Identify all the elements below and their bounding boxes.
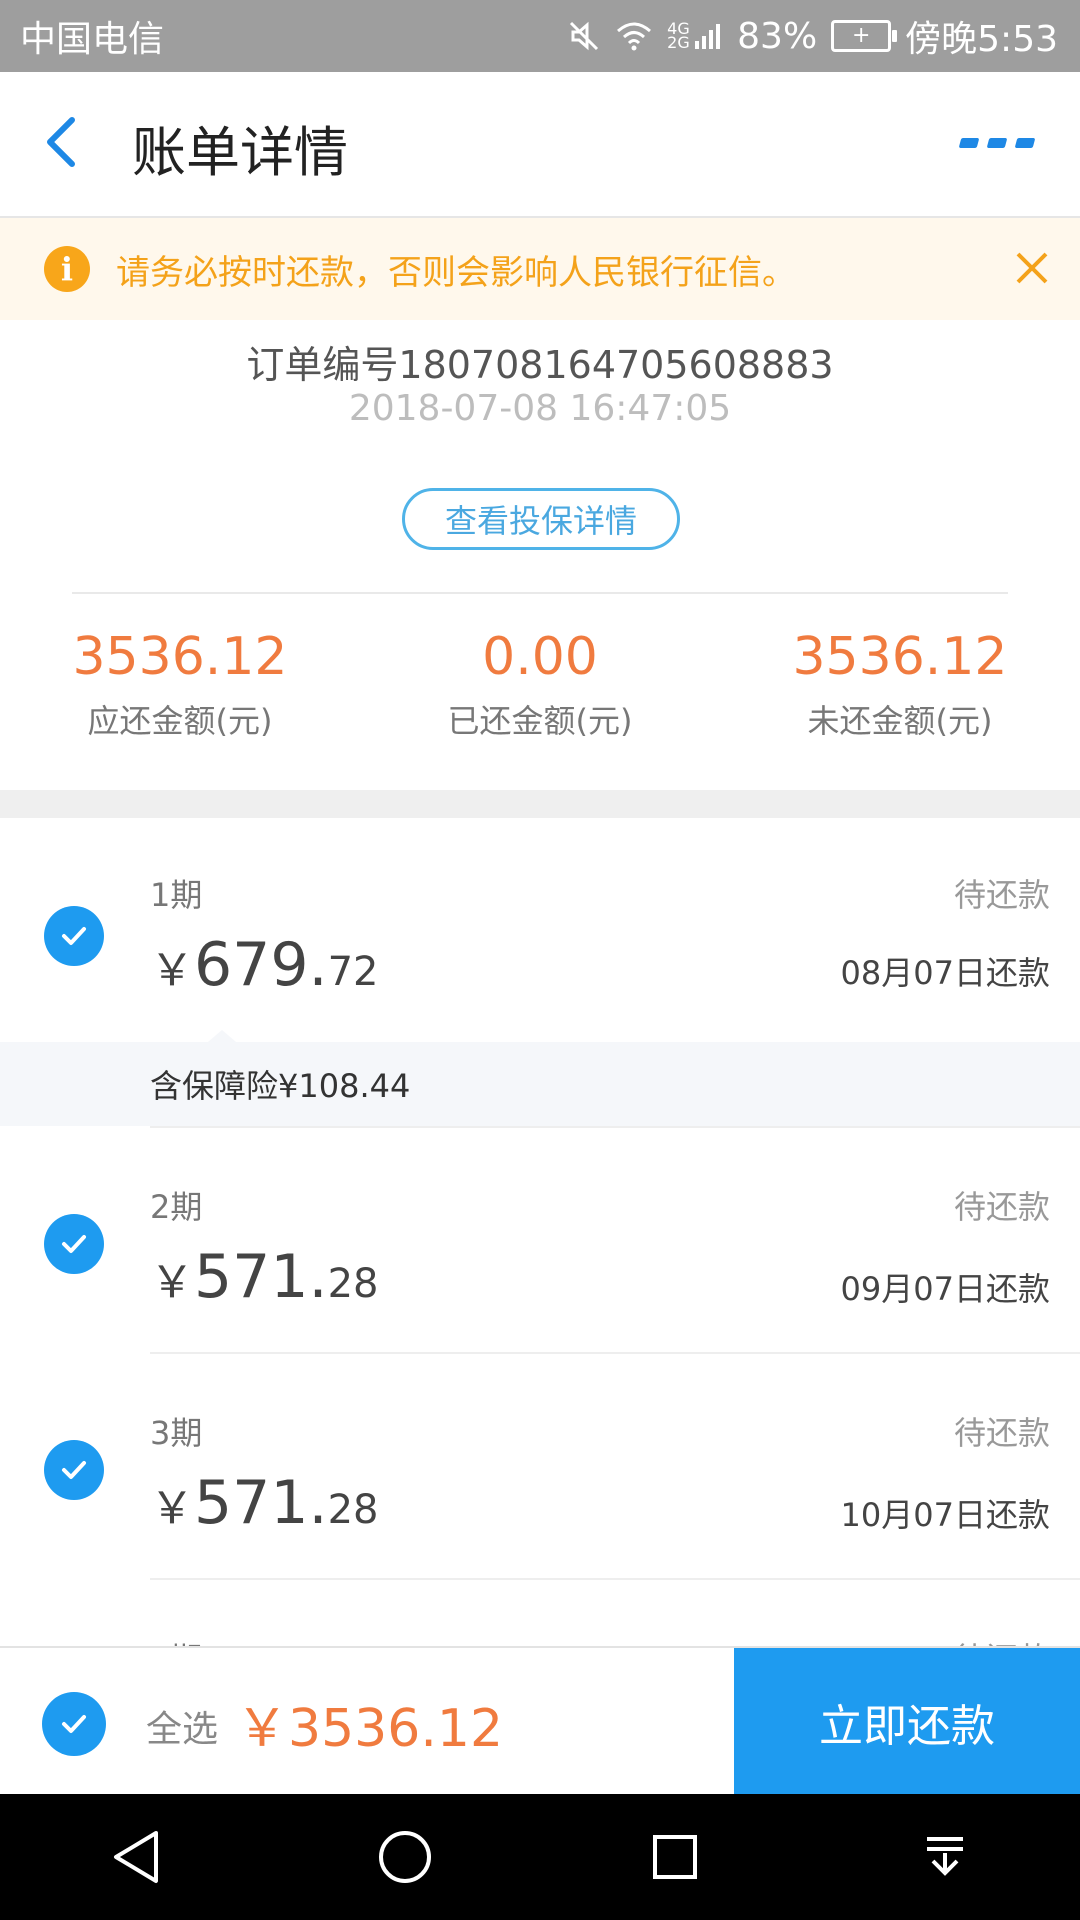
installment-due-date: 09月07日还款 [840, 1270, 1050, 1308]
installment-checkbox[interactable] [44, 1214, 104, 1274]
square-recents-icon [653, 1835, 697, 1879]
more-icon [958, 138, 980, 148]
installment-amount: ￥571.28 [150, 1242, 379, 1312]
installment-row[interactable]: 3期 待还款 ￥571.28 10月07日还款 [0, 1354, 1080, 1578]
close-icon [1016, 252, 1048, 284]
amount-label: 未还金额(元) [807, 702, 993, 741]
installment-period: 2期 [150, 1188, 203, 1226]
total-amount: ￥3536.12 [236, 1699, 504, 1759]
installment-checkbox[interactable] [44, 906, 104, 966]
installment-status: 待还款 [954, 1634, 1050, 1646]
amount-value: 3536.12 [792, 627, 1008, 687]
installment-due-date: 10月07日还款 [840, 1496, 1050, 1534]
nav-home-button[interactable] [365, 1817, 445, 1897]
back-button[interactable] [40, 112, 100, 176]
installment-checkbox[interactable] [44, 1440, 104, 1500]
installment-status: 待还款 [953, 876, 1050, 914]
close-notice-button[interactable] [1012, 248, 1052, 288]
more-icon [1014, 138, 1036, 148]
amount-label: 应还金额(元) [87, 702, 273, 741]
amount-value: 0.00 [482, 627, 598, 687]
pay-now-button[interactable]: 立即还款 [734, 1648, 1080, 1796]
installment-row[interactable]: 4期 待还款 [0, 1580, 1080, 1646]
status-bar: 中国电信 4G 2G 83% + 傍晚5:53 [0, 0, 1080, 72]
installment-period: 4期 [150, 1634, 202, 1646]
installment-row[interactable]: 1期 待还款 ￥679.72 08月07日还款 [0, 818, 1080, 1042]
circle-home-icon [379, 1831, 431, 1883]
amounts-row: 3536.12 应还金额(元) 0.00 已还金额(元) 3536.12 未还金… [0, 626, 1080, 742]
installment-amount: ￥679.72 [150, 930, 379, 1000]
pull-down-icon [927, 1837, 963, 1876]
installment-status: 待还款 [953, 1414, 1050, 1452]
checkout-bar: 全选 ￥3536.12 立即还款 [0, 1646, 1080, 1796]
order-number: 订单编号180708164705608883 [246, 343, 834, 387]
triangle-back-icon [114, 1831, 158, 1883]
amount-due: 3536.12 应还金额(元) [0, 626, 360, 742]
installment-due-date: 08月07日还款 [840, 954, 1050, 992]
installment-row[interactable]: 2期 待还款 ￥571.28 09月07日还款 [0, 1128, 1080, 1352]
chevron-left-icon [47, 117, 75, 167]
installment-list[interactable]: 1期 待还款 ￥679.72 08月07日还款 含保障险¥108.44 2期 待… [0, 818, 1080, 1646]
view-insurance-button[interactable]: 查看投保详情 [402, 488, 680, 550]
order-time: 2018-07-08 16:47:05 [348, 388, 732, 429]
select-all-checkbox[interactable] [42, 1692, 106, 1756]
network-type: 4G 2G [667, 19, 690, 52]
installment-period: 1期 [150, 876, 203, 914]
amount-label: 已还金额(元) [447, 702, 633, 741]
nav-back-button[interactable] [95, 1817, 175, 1897]
amount-remaining: 3536.12 未还金额(元) [720, 626, 1080, 742]
wifi-icon [615, 20, 653, 52]
check-icon [62, 1461, 86, 1479]
mute-icon [567, 19, 601, 53]
section-separator [0, 790, 1080, 818]
insurance-note: 含保障险¥108.44 [0, 1030, 1080, 1126]
more-icon [986, 138, 1008, 148]
battery-icon: + [831, 20, 898, 52]
divider [72, 592, 1008, 594]
signal-icon: 4G 2G [667, 21, 723, 51]
page-title: 账单详情 [132, 121, 348, 184]
app-header: 账单详情 [0, 72, 1080, 218]
amount-value: 3536.12 [72, 627, 288, 687]
carrier-name: 中国电信 [20, 19, 165, 60]
check-icon [62, 927, 86, 945]
more-button[interactable] [958, 128, 1040, 158]
check-icon [62, 1235, 86, 1253]
notice-text: 请务必按时还款，否则会影响人民银行征信。 [116, 252, 796, 293]
amount-paid: 0.00 已还金额(元) [360, 626, 720, 742]
battery-percent: 83% [737, 15, 818, 57]
nav-recents-button[interactable] [635, 1817, 715, 1897]
select-all-label[interactable]: 全选 [146, 1700, 218, 1752]
installment-status: 待还款 [953, 1188, 1050, 1226]
nav-notifications-button[interactable] [905, 1817, 985, 1897]
installment-amount: ￥571.28 [150, 1468, 379, 1538]
notice-banner: i 请务必按时还款，否则会影响人民银行征信。 [0, 218, 1080, 320]
clock: 傍晚5:53 [905, 19, 1058, 60]
installment-period: 3期 [150, 1414, 203, 1452]
info-icon: i [44, 246, 90, 292]
bill-summary: 订单编号180708164705608883 2018-07-08 16:47:… [0, 320, 1080, 790]
check-icon [62, 1715, 86, 1733]
system-nav-bar [0, 1794, 1080, 1920]
